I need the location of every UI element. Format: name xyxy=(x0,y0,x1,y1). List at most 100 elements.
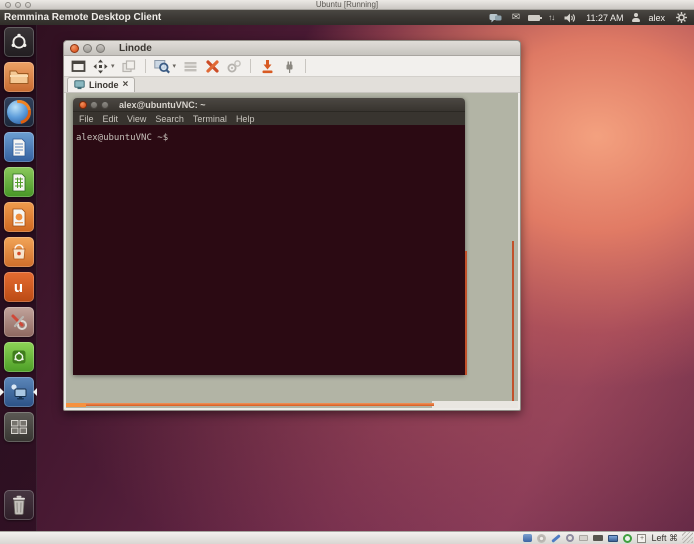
shared-folders-icon[interactable] xyxy=(579,535,588,541)
launcher-item-files[interactable] xyxy=(0,62,37,93)
launcher-item-libreoffice-calc[interactable] xyxy=(0,167,37,198)
launcher-item-dash-home[interactable] xyxy=(0,27,37,58)
tab-label: Linode xyxy=(89,80,119,90)
launcher-item-ubuntu-software-center[interactable] xyxy=(0,237,37,268)
plug-icon[interactable] xyxy=(281,58,297,74)
host-window-title: Ubuntu [Running] xyxy=(0,0,694,9)
user-icon[interactable] xyxy=(631,13,640,22)
minimize-button[interactable] xyxy=(83,44,92,53)
focused-indicator-arrow xyxy=(33,388,37,396)
display-icon[interactable] xyxy=(608,535,618,542)
menu-help[interactable]: Help xyxy=(236,114,255,124)
files-folder-icon xyxy=(4,62,34,92)
messaging-icon[interactable] xyxy=(488,10,504,26)
close-button[interactable] xyxy=(70,44,79,53)
network-icon[interactable] xyxy=(593,535,603,541)
tab-connection-icon xyxy=(74,80,85,90)
ubuntu-one-icon: u xyxy=(4,272,34,302)
vnc-viewport[interactable]: alex@ubuntuVNC: ~ File Edit View Search … xyxy=(66,93,518,408)
menu-terminal[interactable]: Terminal xyxy=(193,114,227,124)
launcher-item-workspace-switcher[interactable] xyxy=(0,412,37,443)
zoom-dropdown-caret[interactable]: ▾ xyxy=(173,62,177,70)
terminal-titlebar[interactable]: alex@ubuntuVNC: ~ xyxy=(73,98,465,112)
terminal-title: alex@ubuntuVNC: ~ xyxy=(119,100,206,110)
software-center-bag-icon xyxy=(4,237,34,267)
trash-icon xyxy=(4,490,34,520)
battery-icon[interactable] xyxy=(528,15,540,21)
menu-file[interactable]: File xyxy=(79,114,94,124)
libreoffice-impress-icon xyxy=(4,202,34,232)
remmina-titlebar[interactable]: Linode xyxy=(64,41,520,56)
terminal-content[interactable]: alex@ubuntuVNC ~$ xyxy=(73,125,465,375)
network-traffic-icon[interactable]: ↑↓ xyxy=(548,13,554,22)
terminal-prompt: alex@ubuntuVNC ~$ xyxy=(76,133,168,143)
host-titlebar: Ubuntu [Running] xyxy=(0,0,694,10)
host-key-label: Left ⌘ xyxy=(651,533,678,544)
menu-view[interactable]: View xyxy=(127,114,146,124)
statusbar-device-icons: + Left ⌘ xyxy=(523,533,694,544)
audio-icon[interactable] xyxy=(552,534,562,543)
launcher-item-ubuntu-one[interactable]: u xyxy=(0,272,37,303)
host-zoom-button[interactable] xyxy=(25,2,31,8)
host-minimize-button[interactable] xyxy=(15,2,21,8)
zoom-icon[interactable] xyxy=(154,58,170,74)
pan-dropdown-caret[interactable]: ▾ xyxy=(111,62,115,70)
indicator-tray: ✉ ↑↓ 11:27 AM alex xyxy=(488,10,694,26)
hard-disk-icon[interactable] xyxy=(523,534,532,542)
terminal-minimize-button[interactable] xyxy=(90,101,98,109)
host-window-controls xyxy=(5,2,31,8)
libreoffice-writer-icon xyxy=(4,132,34,162)
host-key-state-icon: + xyxy=(637,534,646,543)
virtualbox-screen: Ubuntu [Running] Remmina Remote Desktop … xyxy=(0,0,694,544)
pan-icon[interactable] xyxy=(92,58,108,74)
toolbar-separator xyxy=(305,59,306,73)
libreoffice-calc-icon xyxy=(4,167,34,197)
launcher-item-libreoffice-writer[interactable] xyxy=(0,132,37,163)
fullscreen-icon[interactable] xyxy=(70,58,86,74)
remmina-window: Linode ▾ ▾ xyxy=(63,40,521,411)
desktop-wallpaper: u xyxy=(0,25,694,531)
menu-search[interactable]: Search xyxy=(155,114,184,124)
workspace-switcher-icon xyxy=(4,412,34,442)
remote-terminal-window: alex@ubuntuVNC: ~ File Edit View Search … xyxy=(73,98,465,375)
session-gear-icon[interactable] xyxy=(673,10,689,26)
menu-edit[interactable]: Edit xyxy=(103,114,119,124)
active-app-title: Remmina Remote Desktop Client xyxy=(4,12,161,23)
launcher-item-system-settings[interactable] xyxy=(0,307,37,338)
clock[interactable]: 11:27 AM xyxy=(586,13,623,23)
unity-launcher: u xyxy=(0,25,37,531)
dash-home-icon xyxy=(4,27,34,57)
launcher-item-package-manager[interactable] xyxy=(0,342,37,373)
resolution-icon xyxy=(182,58,198,74)
terminal-close-button[interactable] xyxy=(79,101,87,109)
optical-disc-icon[interactable] xyxy=(537,534,546,543)
tools-icon[interactable] xyxy=(204,58,220,74)
launcher-item-trash[interactable] xyxy=(0,490,37,521)
terminal-menubar: File Edit View Search Terminal Help xyxy=(73,112,465,125)
disconnect-icon[interactable] xyxy=(259,58,275,74)
remmina-tabbar: Linode × xyxy=(64,77,520,93)
viewport-bottom-smudge xyxy=(66,403,86,407)
terminal-edge-accent xyxy=(465,251,467,375)
usb-icon[interactable] xyxy=(566,534,574,542)
launcher-item-libreoffice-impress[interactable] xyxy=(0,202,37,233)
tab-close-icon[interactable]: × xyxy=(123,80,129,90)
maximize-button[interactable] xyxy=(96,44,105,53)
launcher-item-remmina[interactable] xyxy=(0,377,37,408)
remmina-window-title: Linode xyxy=(119,43,152,54)
system-settings-icon xyxy=(4,307,34,337)
resize-grip[interactable] xyxy=(682,532,693,543)
duplicate-connection-icon xyxy=(121,58,137,74)
launcher-item-firefox[interactable] xyxy=(0,97,37,128)
tab-linode[interactable]: Linode × xyxy=(67,77,135,92)
gears-icon xyxy=(226,58,242,74)
package-manager-icon xyxy=(4,342,34,372)
username[interactable]: alex xyxy=(648,13,665,23)
features-icon[interactable] xyxy=(623,534,632,543)
viewport-right-accent xyxy=(512,241,514,401)
volume-icon[interactable] xyxy=(562,10,578,26)
host-close-button[interactable] xyxy=(5,2,11,8)
mail-icon[interactable]: ✉ xyxy=(512,13,520,23)
viewport-bottom-accent xyxy=(66,403,434,406)
terminal-maximize-button[interactable] xyxy=(101,101,109,109)
